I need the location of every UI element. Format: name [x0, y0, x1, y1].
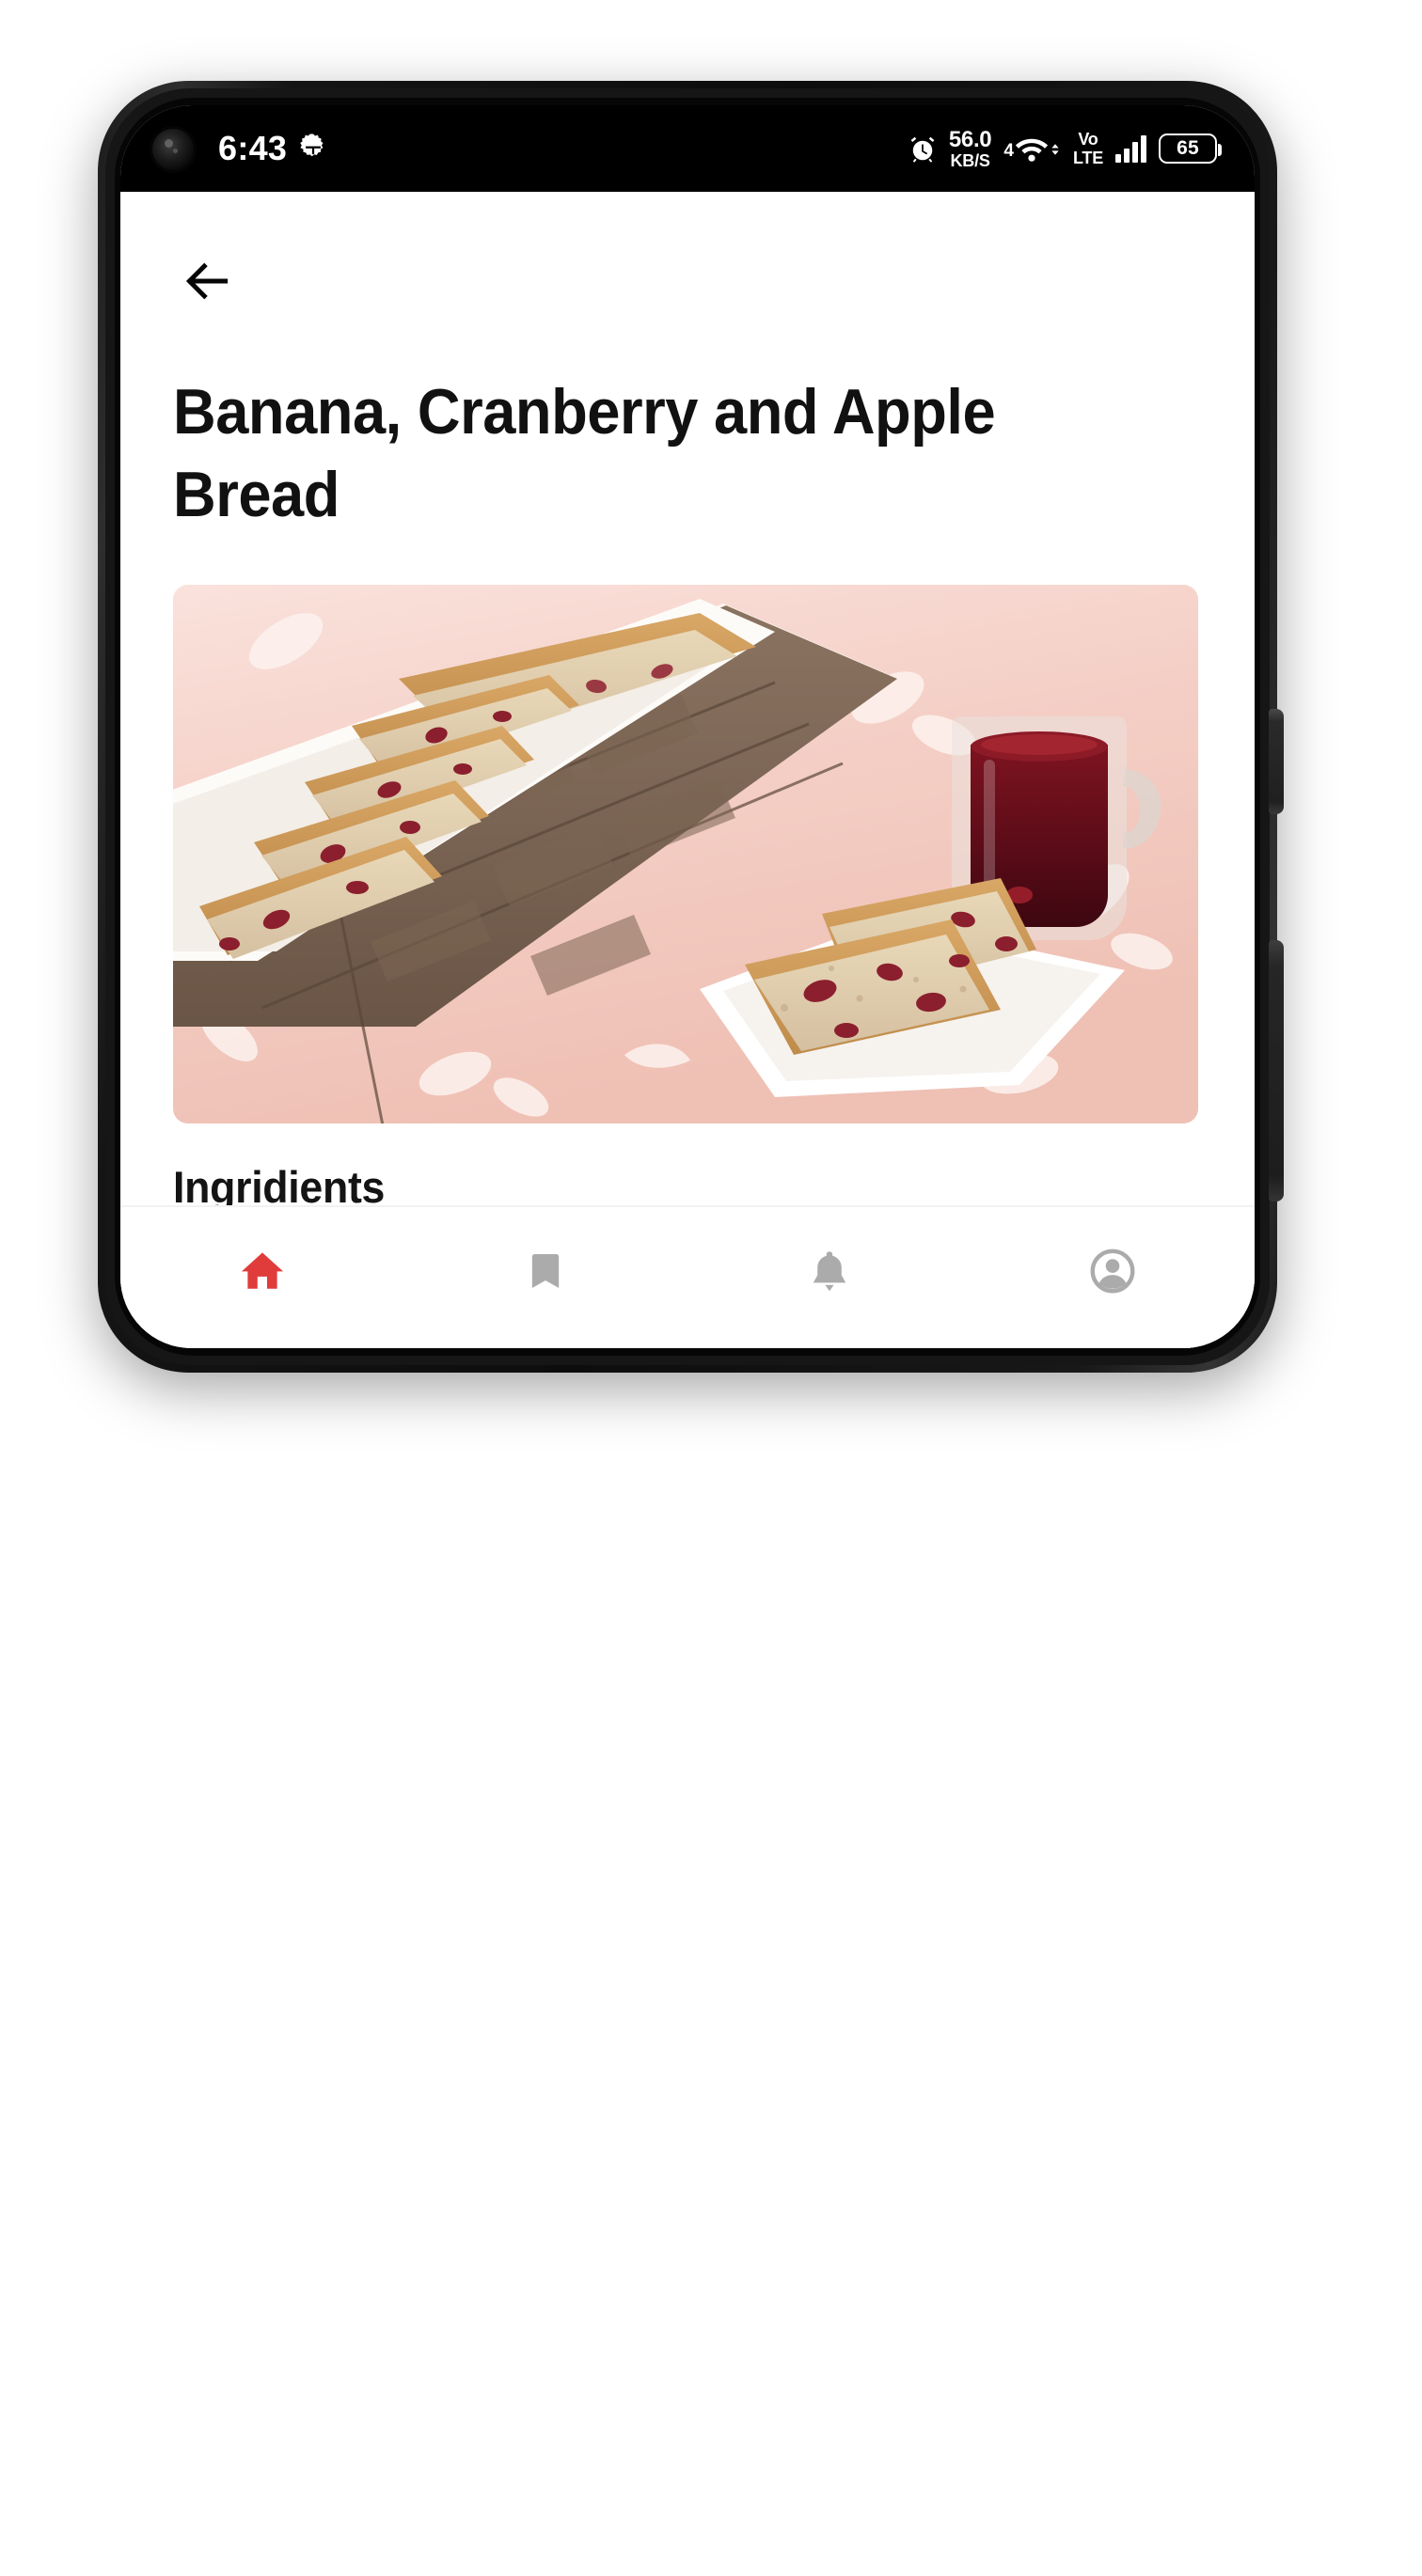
volte-icon: Vo LTE	[1073, 131, 1103, 166]
cellular-signal-icon	[1115, 134, 1146, 163]
status-bar-clock: 6:43	[218, 129, 288, 167]
bottom-navigation-bar	[120, 1205, 1255, 1348]
volte-line2: LTE	[1072, 149, 1103, 167]
front-camera-icon	[152, 129, 194, 170]
nav-item-notifications[interactable]	[687, 1207, 972, 1348]
battery-icon: 65	[1159, 134, 1222, 164]
recipe-detail-screen: Banana, Cranberry and Apple Bread Ingrid…	[120, 192, 1255, 1348]
wifi-data-arrows-icon	[1051, 144, 1059, 155]
bookmark-icon	[524, 1249, 567, 1293]
wifi-generation-label: 4	[1003, 141, 1014, 161]
phone-screen: 6:43 56.0 KB/S 4 Vo LTE 65 Banana, Cranb…	[120, 105, 1255, 1348]
bell-icon	[807, 1249, 852, 1294]
status-bar: 6:43 56.0 KB/S 4 Vo LTE 65	[120, 105, 1255, 192]
account-icon	[1089, 1248, 1136, 1295]
battery-percent-label: 65	[1177, 137, 1199, 159]
nav-item-profile[interactable]	[972, 1207, 1256, 1348]
volume-button[interactable]	[1269, 940, 1284, 1202]
back-button[interactable]	[173, 248, 243, 318]
back-arrow-icon	[182, 255, 234, 312]
gear-icon	[297, 132, 329, 164]
network-speed-indicator: 56.0 KB/S	[948, 126, 992, 170]
screenshot-canvas: 6:43 56.0 KB/S 4 Vo LTE 65 Banana, Cranb…	[0, 0, 1422, 2576]
network-speed-value: 56.0	[948, 126, 992, 152]
wifi-icon	[1015, 138, 1049, 162]
home-icon	[239, 1248, 286, 1295]
nav-item-bookmarks[interactable]	[404, 1207, 688, 1348]
alarm-clock-icon	[908, 134, 937, 163]
wifi-indicator: 4	[1003, 134, 1061, 163]
status-bar-icons: 56.0 KB/S 4 Vo LTE 65	[908, 105, 1222, 192]
power-button[interactable]	[1269, 709, 1284, 814]
nav-item-home[interactable]	[120, 1207, 404, 1348]
recipe-hero-image	[173, 585, 1198, 1123]
network-speed-unit: KB/S	[950, 150, 990, 170]
volte-line1: Vo	[1078, 130, 1098, 149]
page-title: Banana, Cranberry and Apple Bread	[173, 376, 996, 530]
